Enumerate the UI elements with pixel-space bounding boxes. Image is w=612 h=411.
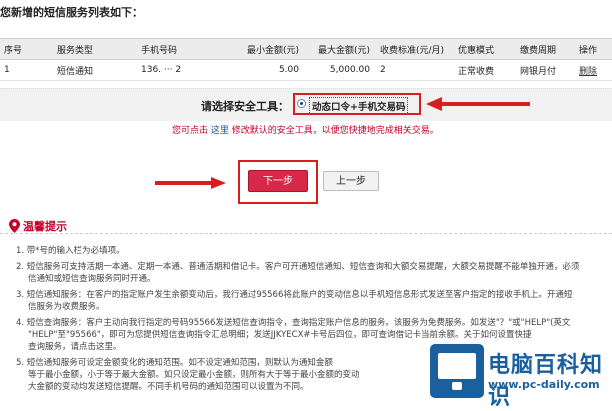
hint-prefix: 您可点击 bbox=[172, 126, 209, 136]
delete-link[interactable]: 删除 bbox=[579, 67, 597, 77]
cell-discount: 正常收费 bbox=[454, 59, 516, 81]
cell-action: 删除 bbox=[575, 59, 612, 81]
cell-max-amount: 5,000.00 bbox=[305, 59, 376, 81]
col-header-action: 操作 bbox=[575, 38, 612, 60]
cell-service-type: 短信通知 bbox=[53, 59, 137, 81]
hint-suffix: 修改默认的安全工具，以便您快捷地完成相关交易。 bbox=[231, 126, 439, 136]
col-header-max-amount: 最大金额(元) bbox=[305, 38, 376, 60]
next-step-button[interactable]: 下一步 bbox=[248, 170, 308, 192]
cell-cycle: 网银月付 bbox=[516, 59, 575, 81]
arrow-left-icon bbox=[426, 97, 530, 111]
security-option-radio[interactable] bbox=[297, 99, 306, 108]
table-row: 1 短信通知 136. ··· 2 5.00 5,000.00 2 正常收费 网… bbox=[0, 59, 612, 81]
cell-min-amount: 5.00 bbox=[233, 59, 305, 81]
col-header-service-type: 服务类型 bbox=[53, 38, 137, 60]
location-pin-icon bbox=[9, 219, 20, 233]
arrow-right-icon bbox=[155, 177, 226, 189]
col-header-discount: 优惠模式 bbox=[454, 38, 516, 60]
cell-phone: 136. ··· 2 bbox=[137, 59, 233, 81]
tip-item: 3. 短信通知服务：在客户的指定账户发生余额变动后，我行通过95566将此账户的… bbox=[16, 290, 573, 312]
table-header-row: 序号 服务类型 手机号码 最小金额(元) 最大金额(元) 收费标准(元/月) 优… bbox=[0, 38, 612, 60]
security-option-label[interactable]: 动态口令+手机交易码 bbox=[309, 97, 409, 115]
previous-step-button[interactable]: 上一步 bbox=[323, 171, 379, 191]
tips-divider bbox=[0, 233, 612, 234]
col-header-phone: 手机号码 bbox=[137, 38, 233, 60]
col-header-fee: 收费标准(元/月) bbox=[376, 38, 454, 60]
monitor-logo-icon bbox=[430, 344, 484, 398]
tip-item: 2. 短信服务可支持活期一本通、定期一本通、普通活期和借记卡。客户可开通短信通知… bbox=[16, 262, 580, 284]
cell-index: 1 bbox=[0, 59, 53, 81]
tips-title: 温馨提示 bbox=[23, 220, 67, 233]
security-tool-label: 请选择安全工具： bbox=[201, 100, 289, 113]
col-header-index: 序号 bbox=[0, 38, 53, 60]
col-header-cycle: 缴费周期 bbox=[516, 38, 575, 60]
site-watermark: 电脑百科知识 www.pc-daily.com bbox=[430, 344, 612, 410]
sms-service-table: 序号 服务类型 手机号码 最小金额(元) 最大金额(元) 收费标准(元/月) 优… bbox=[0, 38, 612, 81]
page-title: 您新增的短信服务列表如下： bbox=[0, 6, 143, 19]
security-hint: 您可点击 这里 修改默认的安全工具，以便您快捷地完成相关交易。 bbox=[172, 123, 439, 136]
col-header-min-amount: 最小金额(元) bbox=[233, 38, 305, 60]
change-security-tool-link[interactable]: 这里 bbox=[211, 126, 229, 136]
tip-item: 1. 带*号的输入栏为必填项。 bbox=[16, 246, 125, 256]
cell-fee: 2 bbox=[376, 59, 454, 81]
watermark-url: www.pc-daily.com bbox=[488, 378, 600, 391]
